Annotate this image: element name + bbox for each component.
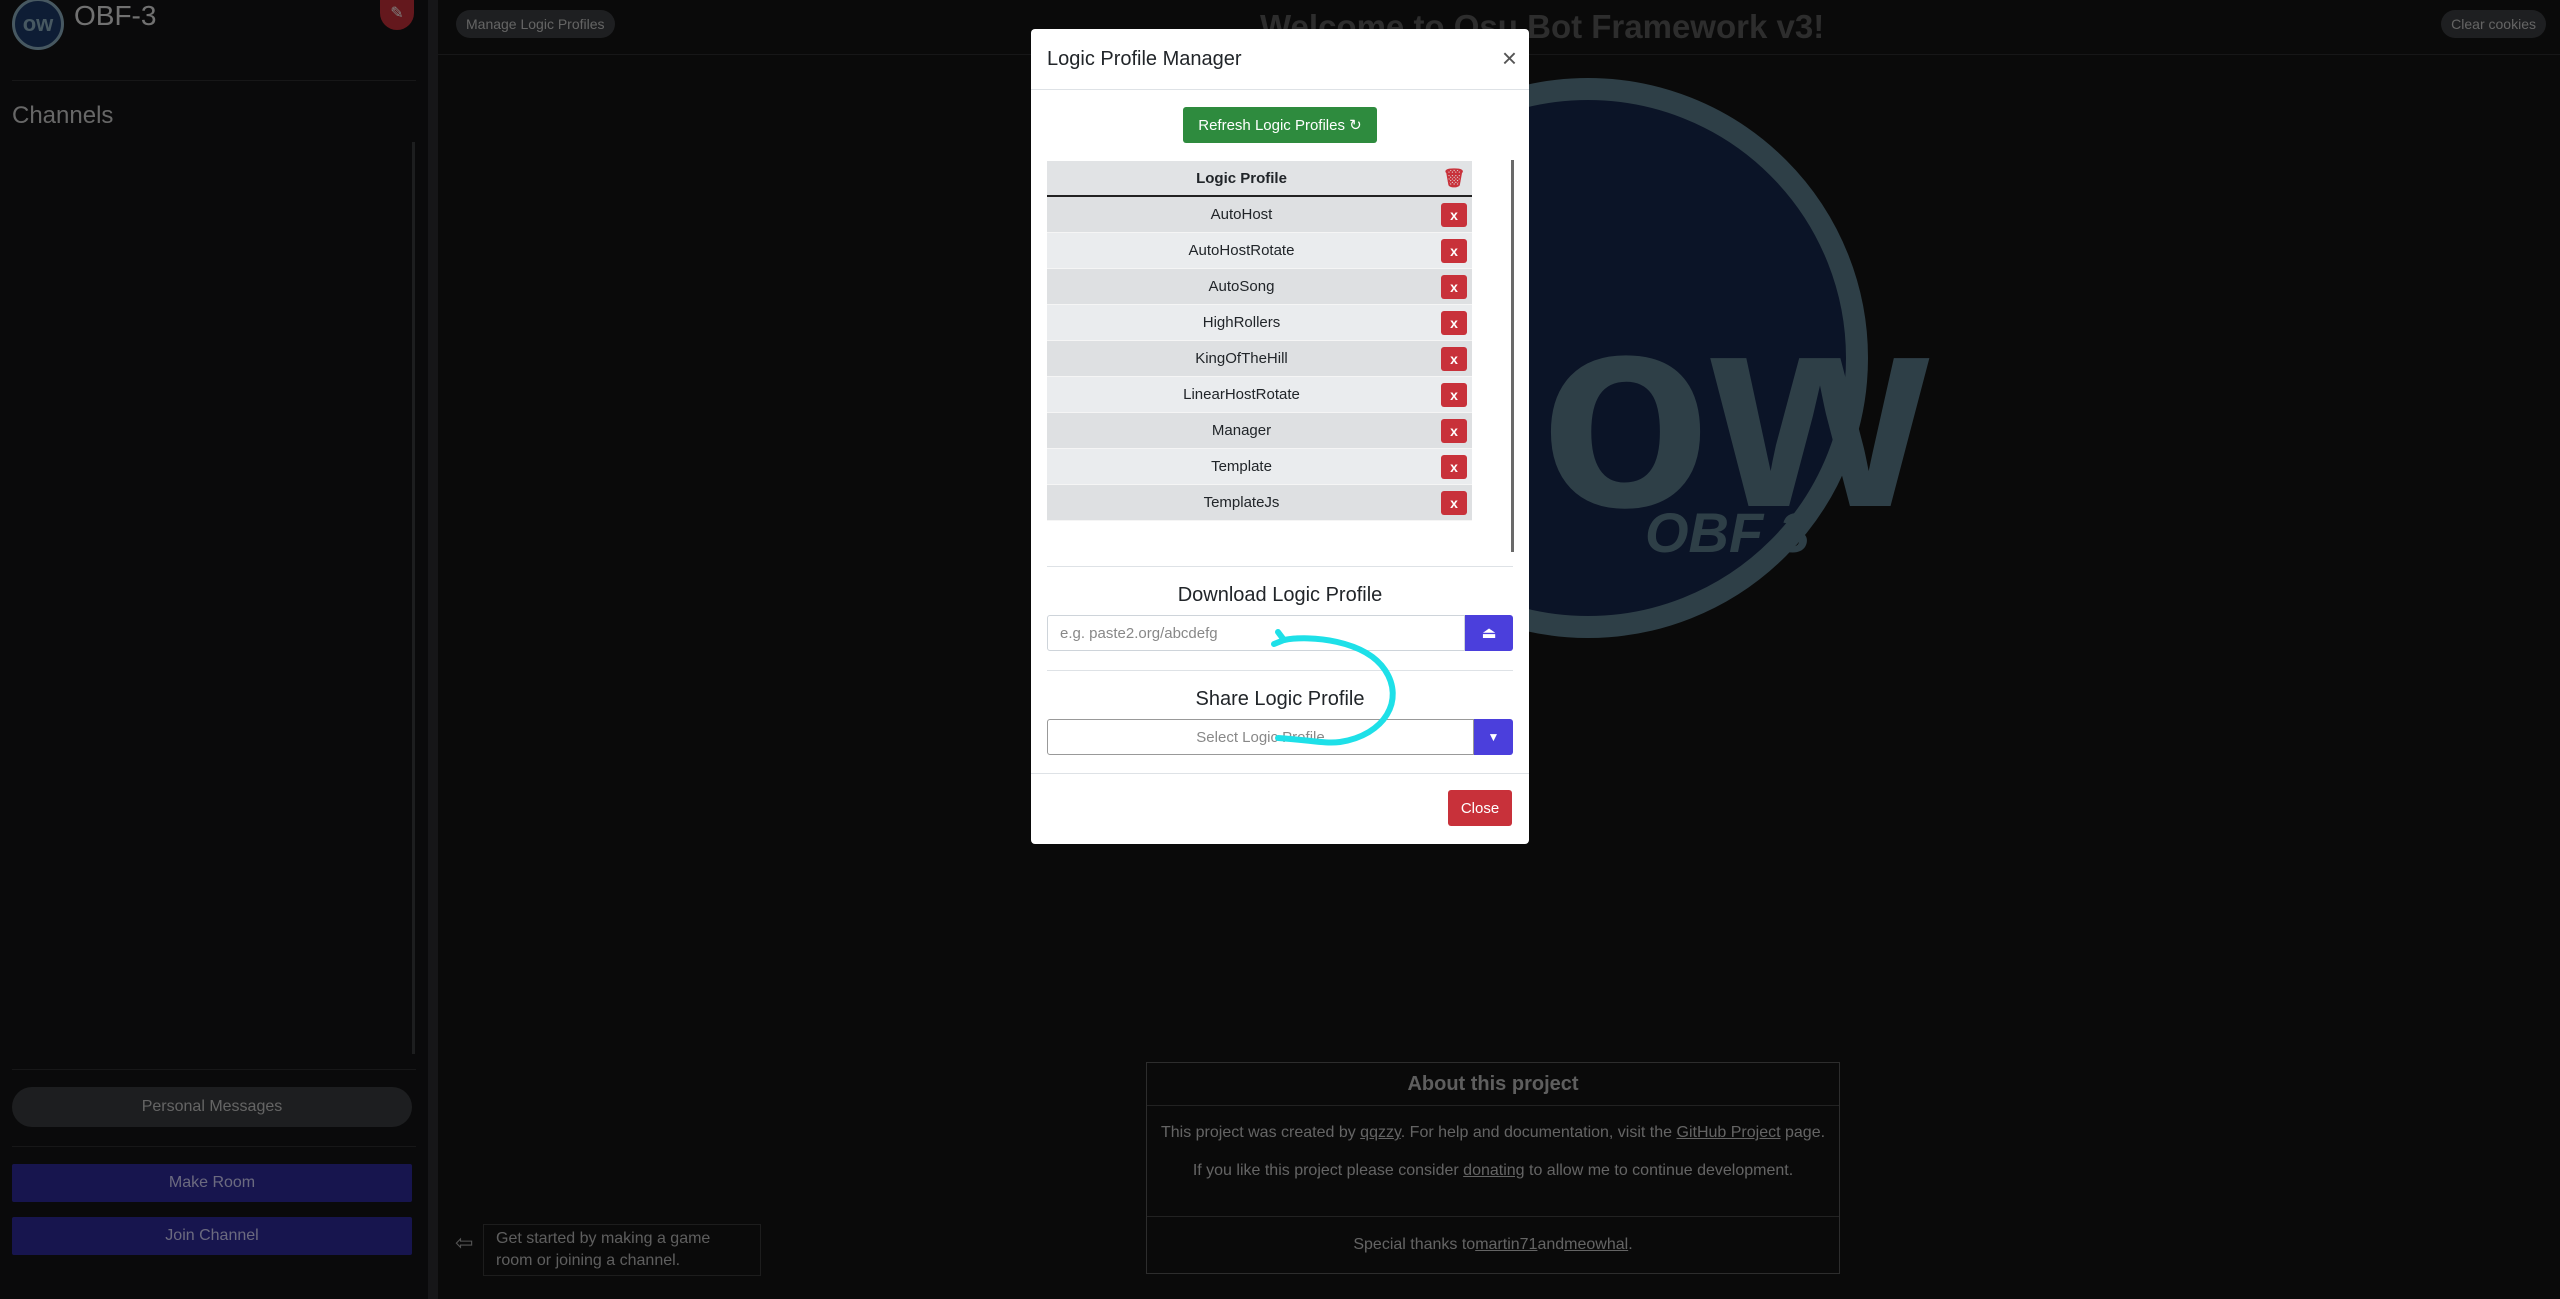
profiles-table-container: Logic Profile 🗑 AutoHost x AutoHostRotate x…: [1047, 161, 1504, 549]
caret-down-icon[interactable]: ▼: [1474, 719, 1513, 755]
profile-name: TemplateJs: [1047, 484, 1436, 521]
divider: [1031, 773, 1529, 774]
share-profile-select[interactable]: Select Logic Profile: [1047, 719, 1474, 755]
divider: [1047, 566, 1513, 567]
logic-profile-manager-modal: Logic Profile Manager × Refresh Logic Pr…: [1031, 29, 1529, 844]
trash-icon[interactable]: 🗑: [1436, 161, 1472, 197]
table-row: AutoSong x: [1047, 268, 1472, 305]
delete-profile-button[interactable]: x: [1441, 346, 1467, 371]
table-row: Manager x: [1047, 412, 1472, 449]
divider: [1047, 670, 1513, 671]
profile-name: AutoSong: [1047, 268, 1436, 305]
modal-header: Logic Profile Manager: [1031, 29, 1529, 90]
table-row: TemplateJs x: [1047, 484, 1472, 521]
eject-icon[interactable]: ⏏: [1465, 615, 1513, 651]
delete-profile-button[interactable]: x: [1441, 310, 1467, 335]
delete-profile-button[interactable]: x: [1441, 418, 1467, 443]
profile-name: HighRollers: [1047, 304, 1436, 341]
table-row: Template x: [1047, 448, 1472, 485]
profile-name: KingOfTheHill: [1047, 340, 1436, 377]
download-title: Download Logic Profile: [1177, 584, 1383, 606]
table-row: AutoHostRotate x: [1047, 232, 1472, 269]
close-icon[interactable]: ×: [1502, 45, 1517, 71]
modal-title: Logic Profile Manager: [1047, 47, 1242, 70]
table-row: LinearHostRotate x: [1047, 376, 1472, 413]
delete-profile-button[interactable]: x: [1441, 454, 1467, 479]
delete-profile-button[interactable]: x: [1441, 202, 1467, 227]
modal-scrollbar[interactable]: [1511, 160, 1514, 552]
profile-name: Template: [1047, 448, 1436, 485]
profile-name: Manager: [1047, 412, 1436, 449]
delete-profile-button[interactable]: x: [1441, 274, 1467, 299]
delete-profile-button[interactable]: x: [1441, 490, 1467, 515]
profiles-table-body: AutoHost x AutoHostRotate x AutoSong x HighRol…: [1047, 196, 1472, 521]
refresh-profiles-button[interactable]: Refresh Logic Profiles ↻: [1183, 107, 1377, 143]
download-url-input[interactable]: e.g. paste2.org/abcdefg: [1047, 615, 1465, 651]
table-row: KingOfTheHill x: [1047, 340, 1472, 377]
share-title: Share Logic Profile: [1195, 688, 1365, 710]
table-header-profile: Logic Profile: [1047, 161, 1436, 197]
profile-name: AutoHost: [1047, 196, 1436, 233]
profile-name: LinearHostRotate: [1047, 376, 1436, 413]
delete-profile-button[interactable]: x: [1441, 238, 1467, 263]
delete-profile-button[interactable]: x: [1441, 382, 1467, 407]
table-row: AutoHost x: [1047, 196, 1472, 233]
table-row: HighRollers x: [1047, 304, 1472, 341]
close-button[interactable]: Close: [1448, 790, 1512, 826]
profile-name: AutoHostRotate: [1047, 232, 1436, 269]
profiles-table: Logic Profile 🗑 AutoHost x AutoHostRotate x…: [1047, 161, 1472, 521]
